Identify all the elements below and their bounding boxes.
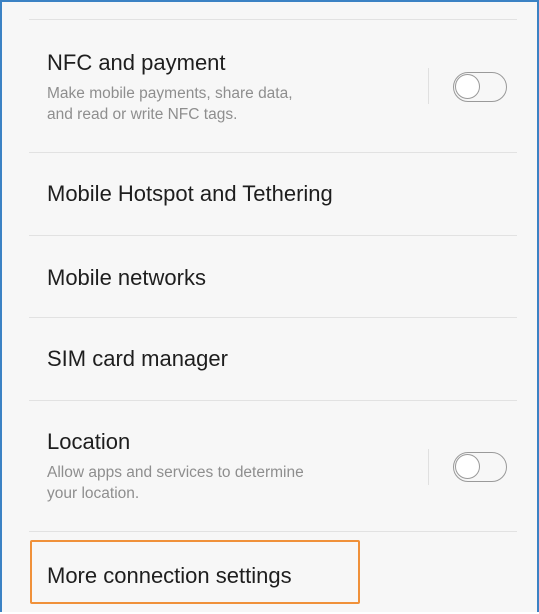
nfc-toggle[interactable] [453,72,507,102]
settings-item-mobile-networks[interactable]: Mobile networks [2,236,537,317]
settings-item-sim-card-manager[interactable]: SIM card manager [2,318,537,400]
toggle-knob [455,454,480,479]
highlight-box [30,540,360,604]
toggle-knob [455,74,480,99]
toggle-separator [428,449,429,485]
location-title: Location [47,429,131,454]
location-toggle[interactable] [453,452,507,482]
settings-item-mobile-hotspot[interactable]: Mobile Hotspot and Tethering [2,153,537,235]
nfc-title: NFC and payment [47,50,226,75]
settings-item-nfc-and-payment[interactable]: NFC and payment Make mobile payments, sh… [2,20,537,152]
location-subtitle-line1: Allow apps and services to determine [47,464,304,481]
settings-item-location[interactable]: Location Allow apps and services to dete… [2,401,537,531]
location-subtitle-line2: your location. [47,485,140,502]
mobile-networks-title: Mobile networks [47,265,206,290]
mobile-hotspot-title: Mobile Hotspot and Tethering [47,181,333,206]
settings-screen: NFC and payment Make mobile payments, sh… [0,0,539,612]
sim-card-manager-title: SIM card manager [47,346,228,371]
nfc-subtitle-line2: and read or write NFC tags. [47,106,238,123]
nfc-subtitle-line1: Make mobile payments, share data, [47,85,293,102]
toggle-separator [428,68,429,104]
